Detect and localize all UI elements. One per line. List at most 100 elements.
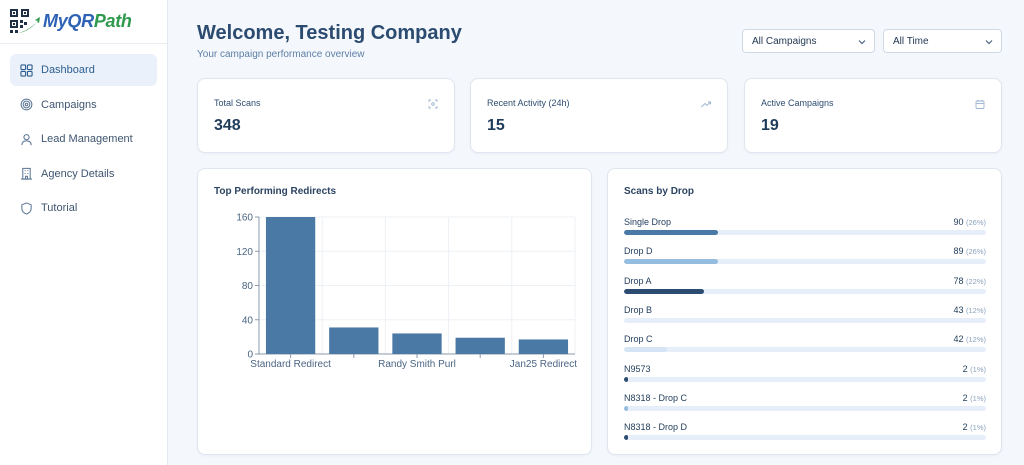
scan-icon — [428, 99, 438, 109]
drop-row[interactable]: Drop B 43 (12%) — [624, 305, 986, 329]
shield-icon — [21, 201, 32, 215]
drop-progress-track — [624, 230, 986, 235]
target-icon — [20, 98, 33, 111]
drop-count: 2 (1%) — [963, 422, 986, 432]
stat-label: Total Scans — [214, 98, 261, 108]
sidebar-item-label: Campaigns — [41, 98, 97, 111]
drop-name: N9573 — [624, 363, 651, 374]
drop-progress-fill — [624, 435, 628, 441]
drop-row[interactable]: Drop C 42 (12%) — [624, 334, 986, 358]
sidebar-nav: Dashboard Campaigns Lead Management Agen… — [0, 44, 167, 224]
drop-progress-fill — [624, 376, 628, 382]
drop-percent: (22%) — [965, 276, 986, 286]
drop-progress-track — [624, 317, 986, 323]
campaign-filter-select[interactable]: All Campaigns — [742, 29, 875, 53]
x-tick-label: Standard Redirect — [250, 359, 331, 370]
trending-up-icon — [701, 101, 711, 108]
drop-count-value: 42 — [953, 334, 966, 345]
drop-progress-fill — [624, 259, 719, 265]
brand-name: MyQRPath — [43, 11, 132, 31]
drop-name: Drop D — [624, 246, 653, 257]
bar[interactable] — [265, 217, 316, 354]
x-tick-label: Randy Smith Purl — [378, 359, 456, 370]
brand-logo[interactable]: MyQRPath — [0, 0, 167, 44]
drop-name: Drop A — [624, 275, 652, 286]
drop-row[interactable]: Drop D 89 (26%) — [624, 246, 986, 270]
building-icon — [20, 167, 33, 180]
grid-icon — [20, 63, 33, 77]
x-tick-label: Jan25 Redirect — [510, 359, 577, 370]
drop-percent: (1%) — [970, 364, 986, 374]
drop-progress-fill — [624, 405, 628, 411]
bar[interactable] — [455, 337, 505, 354]
sidebar-item-label: Dashboard — [41, 64, 95, 76]
y-tick-label: 80 — [242, 281, 254, 292]
sidebar: MyQRPath Dashboard Campaigns Lead Manage… — [0, 0, 168, 465]
redirects-bar-chart: 04080120160Standard Redirect Randy Smith … — [236, 213, 577, 371]
drop-progress-fill — [624, 317, 668, 323]
sidebar-item-agency-details[interactable]: Agency Details — [10, 158, 157, 190]
stat-value: 348 — [214, 117, 241, 134]
stat-card-active-campaigns: Active Campaigns 19 — [744, 78, 1002, 153]
time-filter-select[interactable]: All Time — [883, 29, 1002, 53]
drop-percent: (1%) — [970, 423, 986, 433]
drop-count: 42 (12%) — [953, 334, 986, 344]
sidebar-item-tutorial[interactable]: Tutorial — [10, 192, 157, 224]
drop-progress-track — [624, 259, 986, 265]
y-tick-label: 40 — [242, 315, 254, 326]
drop-progress-fill — [624, 347, 668, 353]
stat-card-total-scans: Total Scans 348 — [197, 78, 455, 153]
drop-progress-fill — [624, 230, 719, 235]
drop-count-value: 90 — [953, 217, 966, 227]
drop-percent: (12%) — [965, 335, 986, 345]
drop-row[interactable]: N9573 2 (1%) — [624, 364, 986, 388]
drop-name: Drop B — [624, 304, 653, 315]
drop-row[interactable]: N8318 - Drop C 2 (1%) — [624, 393, 986, 417]
drop-row[interactable]: N8318 - Drop D 2 (1%) — [624, 422, 986, 446]
stat-value: 15 — [487, 117, 505, 134]
sidebar-item-dashboard[interactable]: Dashboard — [10, 54, 157, 86]
drop-percent: (12%) — [965, 305, 986, 315]
scans-by-drop-panel: Scans by Drop Single Drop 90 (26%) Drop D 8… — [607, 168, 1002, 455]
sidebar-item-label: Lead Management — [41, 133, 133, 145]
chevron-down-icon — [858, 40, 866, 45]
drop-progress-track — [624, 405, 986, 411]
drop-count-value: 78 — [953, 275, 966, 286]
drop-row[interactable]: Single Drop 90 (26%) — [624, 217, 986, 241]
top-redirects-panel: Top Performing Redirects 0 40 80 120 160 Stan… — [197, 168, 592, 455]
drop-count: 90 (26%) — [953, 217, 986, 227]
drop-count-value: 89 — [953, 246, 966, 257]
panel-title: Scans by Drop — [624, 186, 695, 197]
chevron-down-icon — [985, 40, 993, 45]
drop-count: 43 (12%) — [953, 305, 986, 315]
drop-count: 89 (26%) — [953, 246, 986, 256]
drop-count: 78 (22%) — [953, 276, 986, 286]
qr-code-icon — [10, 8, 40, 35]
stat-label: Active Campaigns — [761, 98, 834, 108]
campaign-filter-value: All Campaigns — [752, 35, 817, 47]
bar[interactable] — [329, 327, 379, 354]
drop-row[interactable]: Drop A 78 (22%) — [624, 276, 986, 300]
stat-value: 19 — [761, 117, 779, 134]
drop-percent: (26%) — [965, 247, 986, 257]
y-tick-label: 160 — [236, 213, 253, 224]
drop-name: Single Drop — [624, 217, 672, 227]
sidebar-item-lead-management[interactable]: Lead Management — [10, 123, 157, 155]
drop-progress-track — [624, 376, 986, 382]
sidebar-item-label: Tutorial — [41, 202, 78, 214]
y-tick-label: 120 — [236, 247, 253, 258]
bar[interactable] — [518, 339, 569, 354]
drop-progress-fill — [624, 288, 704, 294]
stat-card-recent-activity: Recent Activity (24h) 15 — [470, 78, 728, 153]
drop-name: Drop C — [624, 334, 653, 345]
drop-count-value: 43 — [953, 304, 966, 315]
calendar-icon — [975, 99, 985, 109]
time-filter-value: All Time — [893, 35, 929, 47]
user-icon — [21, 133, 32, 145]
drop-count: 2 (1%) — [963, 393, 986, 403]
page-subtitle: Your campaign performance overview — [197, 49, 365, 60]
sidebar-item-campaigns[interactable]: Campaigns — [10, 89, 157, 121]
drop-progress-track — [624, 347, 986, 353]
bar[interactable] — [392, 333, 442, 354]
drop-percent: (1%) — [970, 393, 986, 403]
